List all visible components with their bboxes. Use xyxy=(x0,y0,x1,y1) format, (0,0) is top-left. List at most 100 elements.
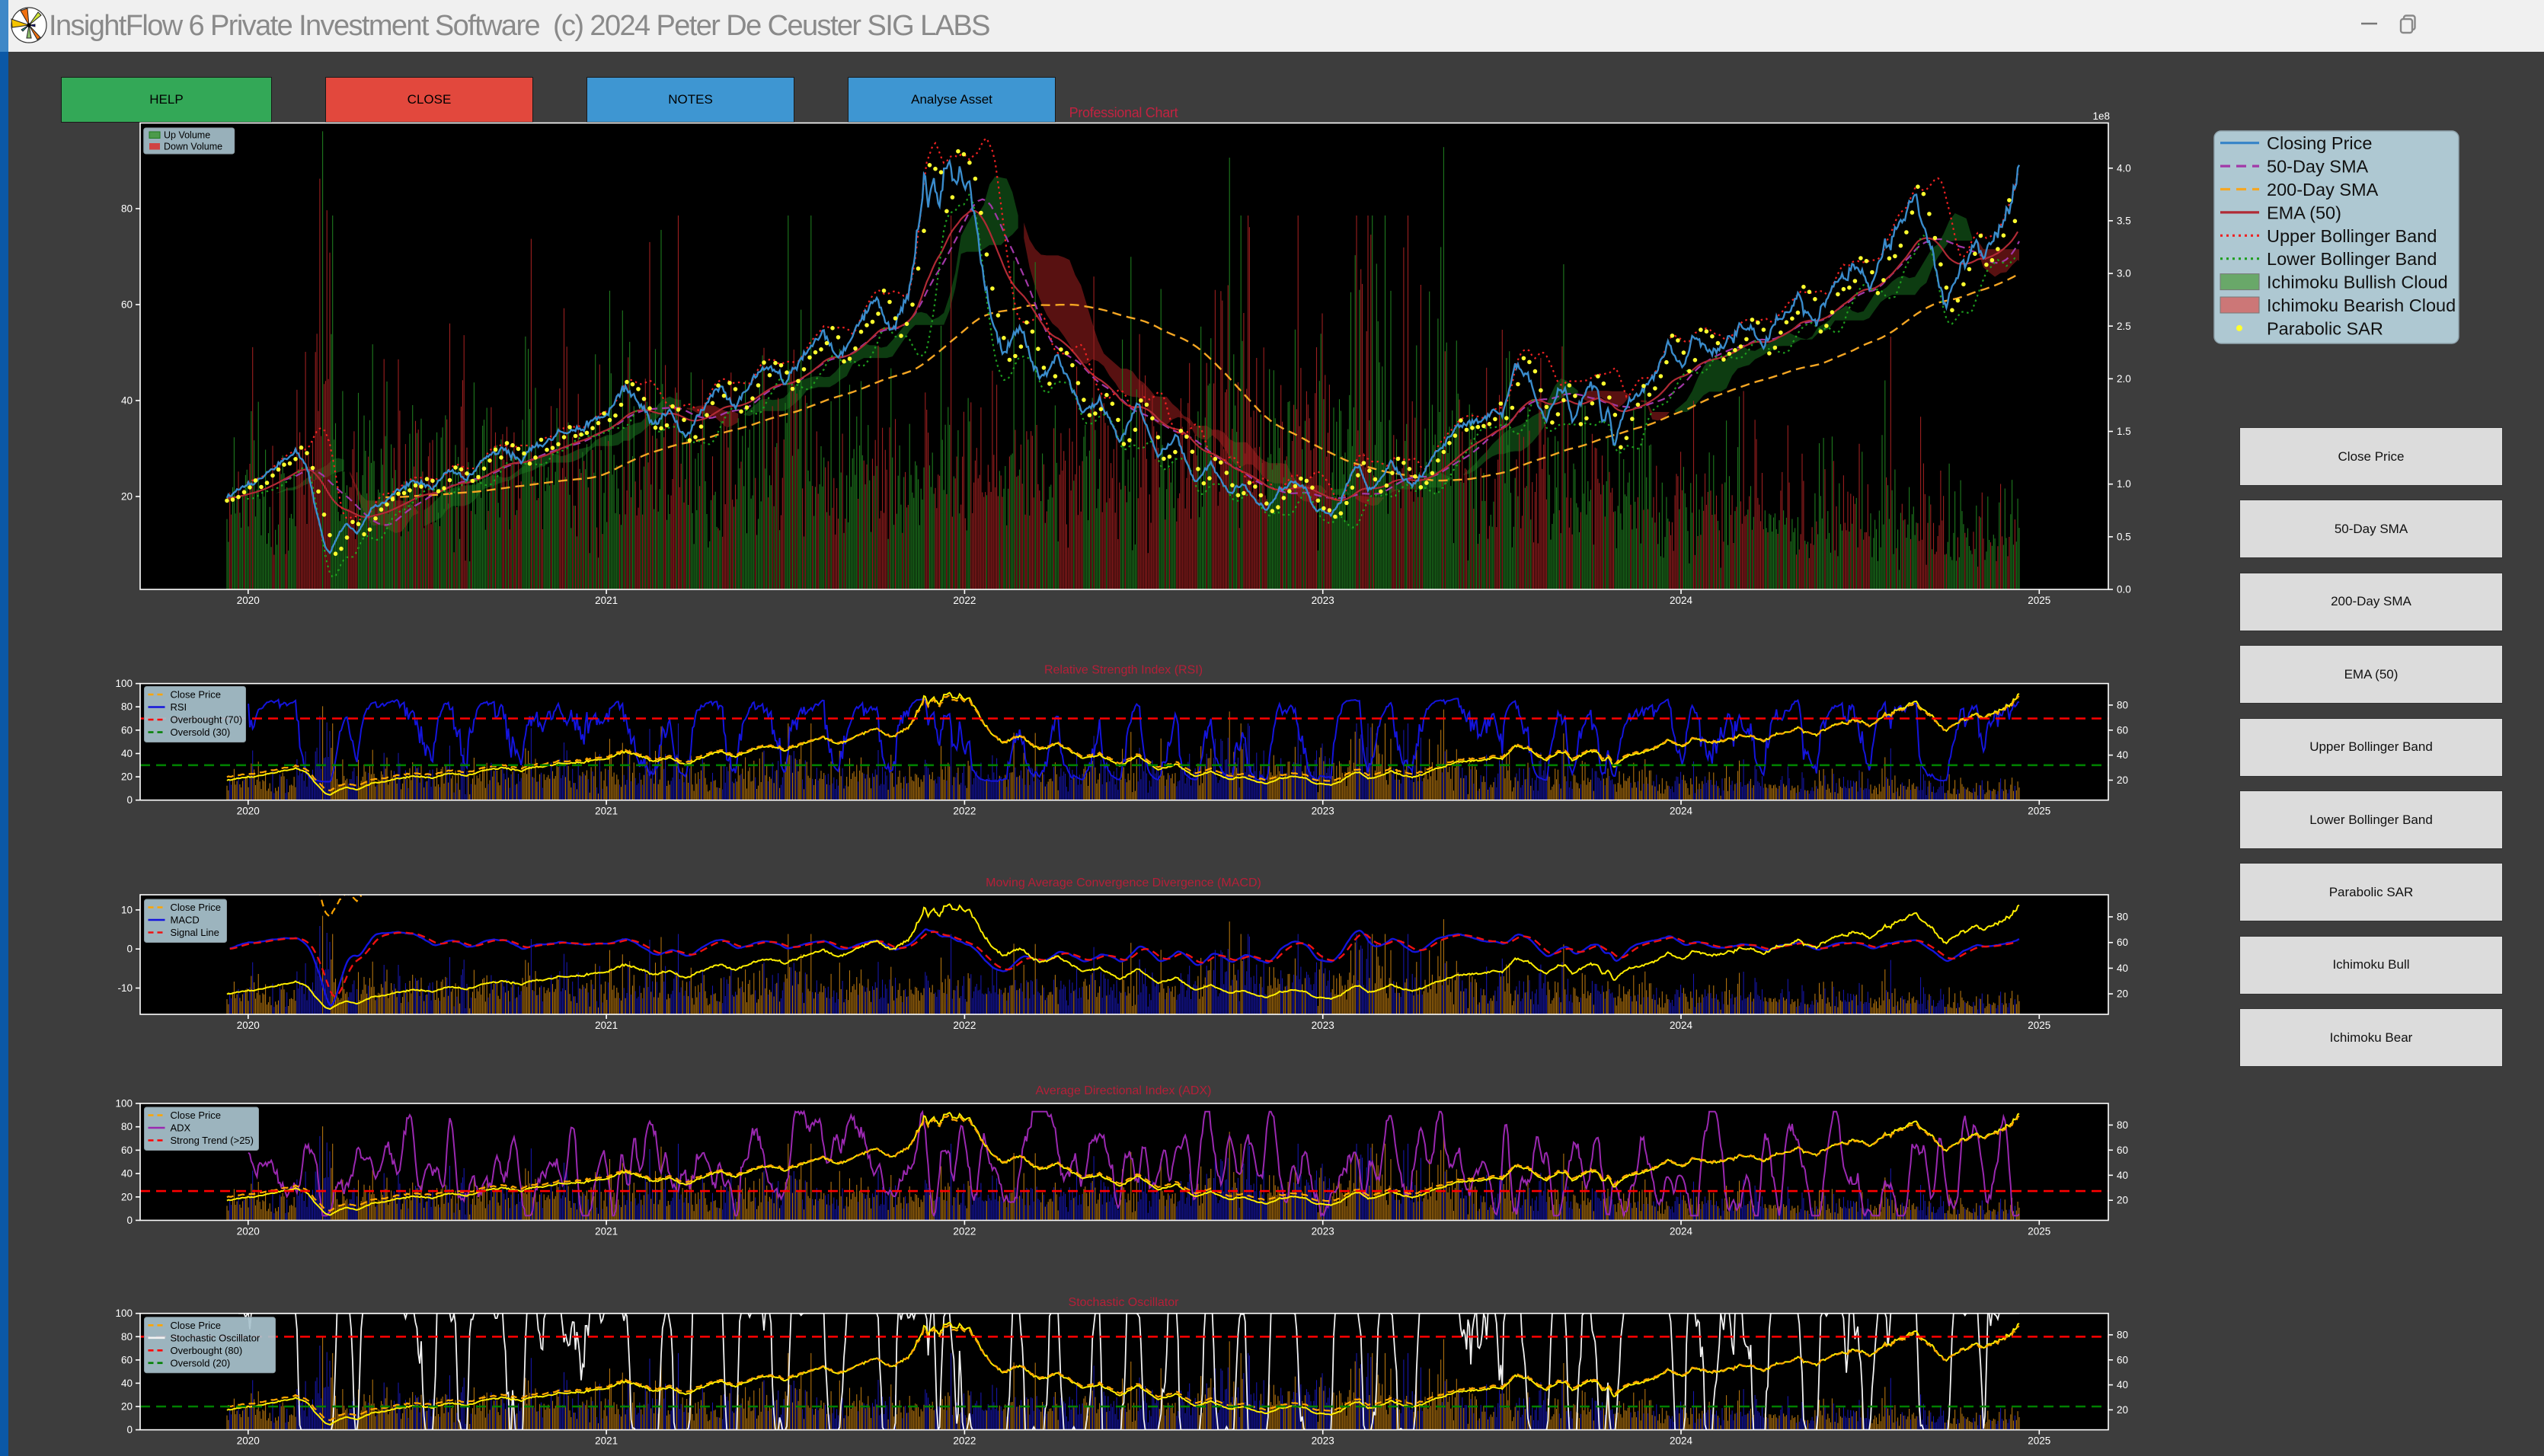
svg-text:1.5: 1.5 xyxy=(2117,426,2131,437)
svg-text:20: 20 xyxy=(2117,1404,2128,1416)
svg-text:40: 40 xyxy=(121,1168,133,1180)
svg-text:Upper Bollinger Band: Upper Bollinger Band xyxy=(2267,226,2437,246)
svg-text:1e8: 1e8 xyxy=(2092,110,2110,122)
svg-text:2022: 2022 xyxy=(953,1020,976,1031)
svg-text:2020: 2020 xyxy=(237,595,260,606)
svg-text:3.5: 3.5 xyxy=(2117,215,2131,226)
svg-text:2022: 2022 xyxy=(953,595,976,606)
svg-text:0.5: 0.5 xyxy=(2117,531,2131,542)
svg-text:40: 40 xyxy=(121,395,133,407)
svg-text:ADX: ADX xyxy=(171,1122,191,1134)
svg-text:0: 0 xyxy=(126,1424,133,1435)
svg-text:100: 100 xyxy=(115,1098,133,1110)
svg-text:80: 80 xyxy=(2117,1119,2128,1131)
svg-text:20: 20 xyxy=(2117,1195,2128,1206)
svg-text:10: 10 xyxy=(121,904,133,915)
svg-text:60: 60 xyxy=(2117,1354,2128,1365)
svg-text:2024: 2024 xyxy=(1670,1020,1693,1031)
svg-text:80: 80 xyxy=(121,1331,133,1343)
svg-text:Down Volume: Down Volume xyxy=(164,142,222,152)
svg-text:20: 20 xyxy=(121,491,133,503)
svg-text:Lower Bollinger Band: Lower Bollinger Band xyxy=(2267,249,2437,269)
svg-text:80: 80 xyxy=(121,701,133,713)
svg-text:40: 40 xyxy=(121,748,133,759)
svg-text:0: 0 xyxy=(126,944,133,955)
svg-text:2022: 2022 xyxy=(953,1435,976,1447)
svg-text:RSI: RSI xyxy=(171,701,187,713)
svg-text:Oversold (30): Oversold (30) xyxy=(171,726,231,738)
svg-text:80: 80 xyxy=(121,1121,133,1132)
svg-text:Stochastic Oscillator: Stochastic Oscillator xyxy=(1069,1296,1180,1309)
svg-text:200-Day SMA: 200-Day SMA xyxy=(2267,180,2379,200)
svg-text:2023: 2023 xyxy=(1312,1020,1334,1031)
svg-text:2020: 2020 xyxy=(237,1435,260,1447)
svg-text:2.5: 2.5 xyxy=(2117,321,2131,332)
svg-text:2023: 2023 xyxy=(1312,1226,1334,1237)
svg-text:2020: 2020 xyxy=(237,1020,260,1031)
svg-text:2021: 2021 xyxy=(595,1435,618,1447)
svg-text:4.0: 4.0 xyxy=(2117,162,2131,174)
svg-text:60: 60 xyxy=(121,1354,133,1365)
svg-text:2021: 2021 xyxy=(595,595,618,606)
svg-text:0: 0 xyxy=(126,794,133,806)
svg-text:2021: 2021 xyxy=(595,1020,618,1031)
svg-text:40: 40 xyxy=(2117,749,2128,761)
svg-text:2025: 2025 xyxy=(2028,1226,2050,1237)
svg-text:100: 100 xyxy=(115,678,133,689)
svg-text:20: 20 xyxy=(121,1401,133,1413)
svg-text:40: 40 xyxy=(2117,963,2128,974)
svg-text:2024: 2024 xyxy=(1670,1435,1693,1447)
svg-text:Oversold (20): Oversold (20) xyxy=(171,1357,231,1368)
svg-text:Ichimoku Bullish Cloud: Ichimoku Bullish Cloud xyxy=(2267,273,2448,292)
svg-text:2023: 2023 xyxy=(1312,806,1334,817)
svg-text:60: 60 xyxy=(121,724,133,736)
svg-text:50-Day SMA: 50-Day SMA xyxy=(2267,157,2369,177)
svg-text:60: 60 xyxy=(2117,1145,2128,1156)
svg-text:Professional Chart: Professional Chart xyxy=(1069,105,1178,120)
svg-text:2023: 2023 xyxy=(1312,595,1334,606)
svg-text:2025: 2025 xyxy=(2028,1020,2050,1031)
svg-text:Signal Line: Signal Line xyxy=(171,927,219,938)
svg-text:2021: 2021 xyxy=(595,806,618,817)
svg-text:Closing Price: Closing Price xyxy=(2267,133,2372,153)
svg-text:80: 80 xyxy=(2117,1329,2128,1340)
svg-text:80: 80 xyxy=(2117,699,2128,710)
svg-text:20: 20 xyxy=(121,771,133,783)
svg-text:2025: 2025 xyxy=(2028,806,2050,817)
svg-text:Average Directional Index (ADX: Average Directional Index (ADX) xyxy=(1036,1084,1212,1097)
svg-text:2020: 2020 xyxy=(237,806,260,817)
svg-text:60: 60 xyxy=(121,1145,133,1156)
svg-text:20: 20 xyxy=(2117,774,2128,786)
svg-text:EMA (50): EMA (50) xyxy=(2267,203,2341,222)
svg-text:-10: -10 xyxy=(117,982,133,994)
svg-text:Close Price: Close Price xyxy=(171,689,221,701)
svg-text:2.0: 2.0 xyxy=(2117,373,2131,385)
svg-text:Overbought (80): Overbought (80) xyxy=(171,1345,243,1356)
svg-text:2024: 2024 xyxy=(1670,1226,1693,1237)
svg-text:Close Price: Close Price xyxy=(171,1320,221,1331)
svg-text:100: 100 xyxy=(115,1308,133,1319)
svg-text:60: 60 xyxy=(121,299,133,311)
svg-text:2025: 2025 xyxy=(2028,595,2050,606)
svg-text:40: 40 xyxy=(2117,1170,2128,1181)
svg-text:2024: 2024 xyxy=(1670,806,1693,817)
svg-text:20: 20 xyxy=(2117,988,2128,1000)
svg-text:1.0: 1.0 xyxy=(2117,478,2131,490)
svg-text:2024: 2024 xyxy=(1670,595,1693,606)
svg-text:MACD: MACD xyxy=(171,915,200,926)
svg-text:Ichimoku Bearish Cloud: Ichimoku Bearish Cloud xyxy=(2267,295,2456,315)
svg-text:80: 80 xyxy=(2117,912,2128,923)
svg-text:80: 80 xyxy=(121,203,133,215)
svg-text:Overbought (70): Overbought (70) xyxy=(171,714,243,726)
svg-text:2023: 2023 xyxy=(1312,1435,1334,1447)
svg-text:Close Price: Close Price xyxy=(171,902,221,913)
svg-text:Relative Strength Index (RSI): Relative Strength Index (RSI) xyxy=(1044,664,1203,677)
svg-text:Parabolic SAR: Parabolic SAR xyxy=(2267,318,2383,338)
svg-text:60: 60 xyxy=(2117,724,2128,736)
svg-text:Stochastic Oscillator: Stochastic Oscillator xyxy=(171,1332,260,1343)
svg-text:Strong Trend (>25): Strong Trend (>25) xyxy=(171,1135,254,1146)
svg-text:2022: 2022 xyxy=(953,1226,976,1237)
svg-text:0: 0 xyxy=(126,1215,133,1226)
svg-text:2020: 2020 xyxy=(237,1226,260,1237)
svg-text:2021: 2021 xyxy=(595,1226,618,1237)
